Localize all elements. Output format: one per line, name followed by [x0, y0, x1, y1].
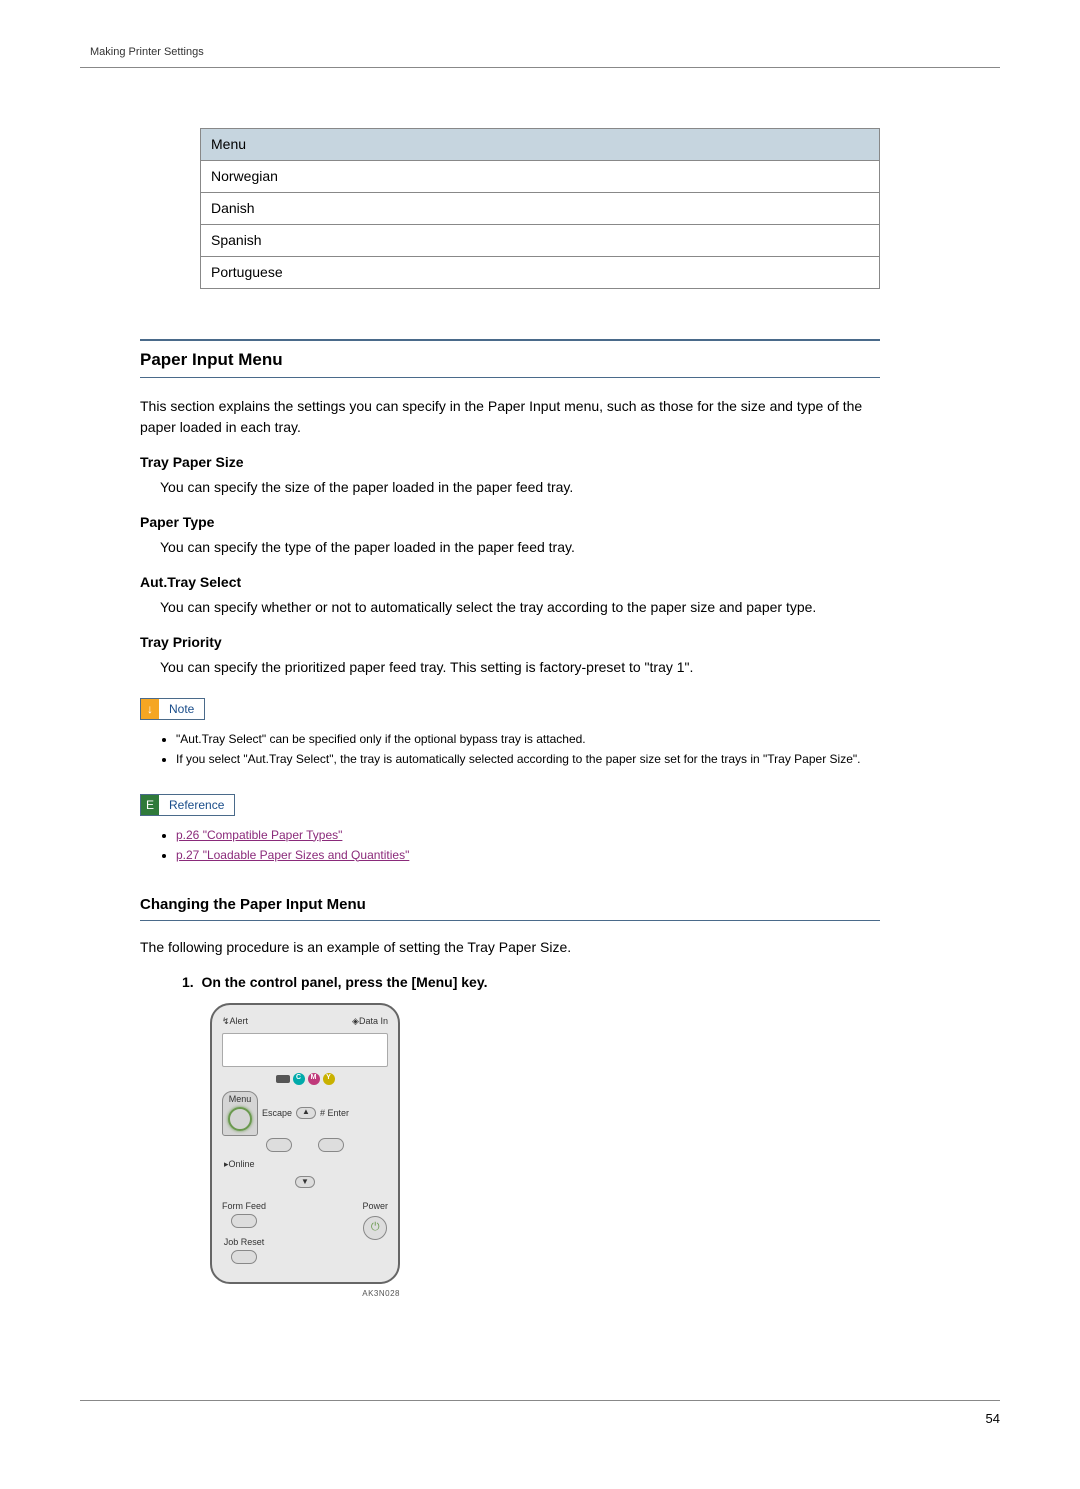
def-term: Aut.Tray Select — [140, 572, 880, 593]
list-item: If you select "Aut.Tray Select", the tra… — [176, 750, 880, 768]
breadcrumb: Making Printer Settings — [80, 46, 204, 58]
def-desc: You can specify the prioritized paper fe… — [160, 657, 880, 678]
table-header: Menu — [201, 129, 880, 161]
job-reset-label: Job Reset — [222, 1236, 266, 1250]
reference-icon: E — [141, 795, 159, 815]
def-desc: You can specify the size of the paper lo… — [160, 477, 880, 498]
list-item: p.27 "Loadable Paper Sizes and Quantitie… — [176, 846, 880, 864]
enter-label: # Enter — [320, 1107, 349, 1121]
enter-button — [318, 1138, 344, 1152]
list-item: "Aut.Tray Select" can be specified only … — [176, 730, 880, 748]
reference-callout: E Reference — [140, 794, 235, 816]
form-feed-button — [231, 1214, 257, 1228]
section-title-paper-input: Paper Input Menu — [140, 347, 880, 373]
table-row: Danish — [201, 193, 880, 225]
def-term: Tray Paper Size — [140, 452, 880, 473]
reference-label: Reference — [159, 795, 234, 815]
data-in-indicator: ◈Data In — [352, 1015, 388, 1029]
down-button: ▼ — [295, 1176, 315, 1188]
list-item: p.26 "Compatible Paper Types" — [176, 826, 880, 844]
reference-list: p.26 "Compatible Paper Types" p.27 "Load… — [158, 826, 880, 864]
toner-icon — [276, 1075, 290, 1083]
step-1: 1. On the control panel, press the [Menu… — [182, 972, 880, 993]
power-button: ⏻ — [363, 1216, 387, 1240]
toner-c-icon: C — [293, 1073, 305, 1085]
note-callout: ↓ Note — [140, 698, 205, 720]
online-label: Online — [229, 1159, 255, 1169]
control-panel-figure: ↯Alert ◈Data In C M Y Menu Escape — [210, 1003, 400, 1300]
def-desc: You can specify the type of the paper lo… — [160, 537, 880, 558]
toner-y-icon: Y — [323, 1073, 335, 1085]
page-number: 54 — [986, 1411, 1000, 1426]
menu-key-highlight-icon — [228, 1107, 252, 1131]
reference-link[interactable]: p.26 "Compatible Paper Types" — [176, 828, 342, 842]
def-term: Tray Priority — [140, 632, 880, 653]
def-term: Paper Type — [140, 512, 880, 533]
up-button: ▲ — [296, 1107, 316, 1119]
section-intro: This section explains the settings you c… — [140, 396, 880, 438]
table-row: Norwegian — [201, 161, 880, 193]
alert-indicator: ↯Alert — [222, 1015, 248, 1029]
reference-link[interactable]: p.27 "Loadable Paper Sizes and Quantitie… — [176, 848, 409, 862]
table-row: Spanish — [201, 225, 880, 257]
def-desc: You can specify whether or not to automa… — [160, 597, 880, 618]
menu-button: Menu — [222, 1091, 258, 1137]
toner-m-icon: M — [308, 1073, 320, 1085]
figure-id: AK3N028 — [210, 1288, 400, 1300]
escape-label: Escape — [262, 1107, 292, 1121]
power-label: Power — [362, 1200, 388, 1214]
language-menu-table: Menu Norwegian Danish Spanish Portuguese — [200, 128, 880, 289]
job-reset-button — [231, 1250, 257, 1264]
arrow-down-icon: ↓ — [141, 699, 159, 719]
subsection-title: Changing the Paper Input Menu — [140, 894, 880, 917]
form-feed-label: Form Feed — [222, 1200, 266, 1214]
escape-button — [266, 1138, 292, 1152]
subsection-intro: The following procedure is an example of… — [140, 937, 880, 958]
note-list: "Aut.Tray Select" can be specified only … — [158, 730, 880, 768]
table-row: Portuguese — [201, 257, 880, 289]
note-label: Note — [159, 699, 204, 719]
lcd-screen — [222, 1033, 388, 1067]
